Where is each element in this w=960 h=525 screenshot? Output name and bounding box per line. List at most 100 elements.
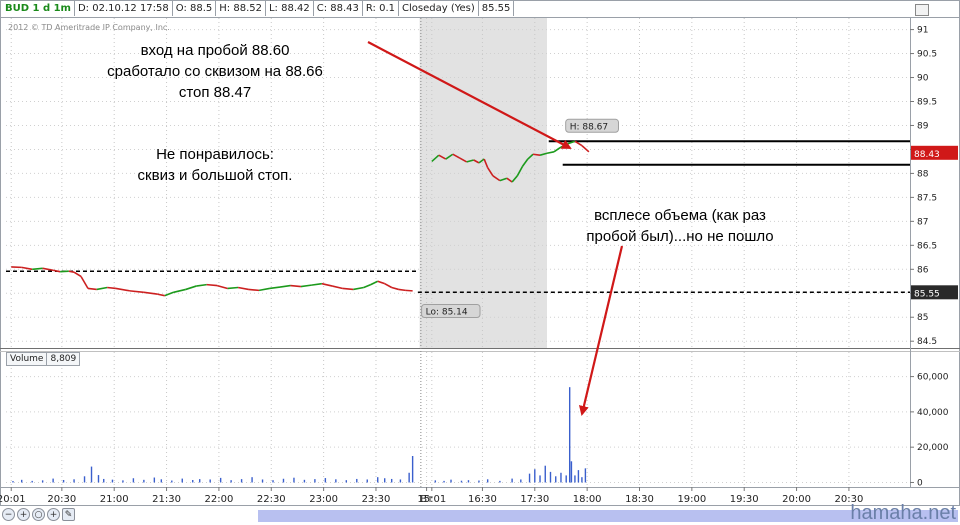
volume-bar xyxy=(412,456,413,482)
chart-settings-icon[interactable] xyxy=(915,4,929,16)
price-candle xyxy=(582,146,589,152)
volume-bar xyxy=(408,473,409,483)
volume-bar xyxy=(571,461,572,482)
time-tick-label: 23:00 xyxy=(309,494,338,505)
price-candle xyxy=(74,272,81,276)
volume-bar xyxy=(346,480,347,482)
watermark: hamaha.net xyxy=(850,502,956,525)
price-candle xyxy=(322,284,332,286)
price-candle xyxy=(385,284,392,288)
copyright-text: 2012 © TD Ameritrade IP Company, Inc. xyxy=(8,23,170,32)
price-candle xyxy=(343,288,353,289)
magnify-icon[interactable]: + xyxy=(47,508,60,521)
volume-bar xyxy=(293,478,294,483)
price-candle xyxy=(116,288,130,290)
zoom-in-icon[interactable]: + xyxy=(17,508,30,521)
high-label: H: 88.67 xyxy=(570,122,608,132)
volume-tick-label: 60,000 xyxy=(917,373,949,383)
price-candle xyxy=(554,147,561,152)
price-candle xyxy=(144,292,158,294)
price-candle xyxy=(290,286,300,287)
price-candle xyxy=(107,288,116,289)
volume-bar xyxy=(574,475,575,482)
zoom-fit-icon[interactable]: ○ xyxy=(32,508,45,521)
volume-bar xyxy=(304,480,305,483)
price-candle xyxy=(301,285,311,286)
price-candle xyxy=(533,154,540,155)
time-tick-label: 20:00 xyxy=(782,494,811,505)
volume-bar xyxy=(585,468,586,482)
time-tick-label: 18:00 xyxy=(573,494,602,505)
price-tick-label: 90 xyxy=(917,74,929,84)
volume-label[interactable]: Volume xyxy=(6,352,47,366)
low-label: Lo: 85.14 xyxy=(426,308,468,318)
price-candle xyxy=(97,288,107,290)
volume-tick-label: 20,000 xyxy=(917,443,949,453)
volume-bar xyxy=(192,480,193,482)
price-tick-label: 85 xyxy=(917,313,928,323)
volume-bar xyxy=(314,479,315,482)
volume-bar xyxy=(461,481,462,483)
volume-bar xyxy=(241,479,242,482)
entry-annotation: вход на пробой 88.60 сработало со сквизо… xyxy=(70,40,360,103)
price-candle xyxy=(43,268,53,270)
time-tick-label: 15:01 xyxy=(417,494,446,505)
volume-bar xyxy=(539,475,540,482)
volume-bar xyxy=(12,481,13,482)
volume-bar xyxy=(377,477,378,482)
price-candle xyxy=(259,288,269,290)
volume-bar xyxy=(171,481,172,483)
price-candle xyxy=(158,294,165,295)
last-price-tag: 88.43 xyxy=(914,150,940,160)
range-label: R: 0.1 xyxy=(363,1,399,16)
price-candle xyxy=(392,288,399,290)
volume-bar xyxy=(154,478,155,483)
volume-bar xyxy=(199,479,200,482)
symbol-label[interactable]: BUD 1 d 1m xyxy=(2,1,75,16)
volume-bar xyxy=(581,477,582,482)
dislike-annotation-line: сквиз и большой стоп. xyxy=(100,165,330,186)
volume-bar xyxy=(499,481,500,483)
study-label[interactable]: Closeday (Yes) xyxy=(399,1,479,16)
volume-bar xyxy=(545,466,546,483)
volume-bar xyxy=(52,479,53,483)
entry-annotation-line: стоп 88.47 xyxy=(70,82,360,103)
chart-header: BUD 1 d 1m D: 02.10.12 17:58 O: 88.5 H: … xyxy=(2,1,514,16)
volume-header: Volume 8,809 xyxy=(6,352,79,366)
volume-bar xyxy=(529,474,530,483)
entry-annotation-line: вход на пробой 88.60 xyxy=(70,40,360,61)
volume-bar xyxy=(209,479,210,482)
volume-bar xyxy=(98,475,99,482)
volume-bar xyxy=(283,479,284,483)
price-candle xyxy=(174,289,186,292)
drawing-tools-icon[interactable]: ✎ xyxy=(62,508,75,521)
volume-bar xyxy=(356,479,357,483)
zoom-out-icon[interactable]: − xyxy=(2,508,15,521)
volume-bar xyxy=(478,481,479,483)
volume-bar xyxy=(251,477,252,482)
closeday-value: 85.55 xyxy=(479,1,515,16)
price-tick-label: 87.5 xyxy=(917,193,937,203)
volume-bar xyxy=(42,480,43,482)
price-candle xyxy=(69,271,74,272)
price-tick-label: 91 xyxy=(917,26,928,36)
price-candle xyxy=(378,281,385,283)
volume-bar xyxy=(112,480,113,483)
closeday-price-tag: 85.55 xyxy=(914,289,940,299)
price-candle xyxy=(332,286,342,288)
time-tick-label: 16:30 xyxy=(468,494,497,505)
volume-bar xyxy=(272,480,273,482)
high-label: H: 88.52 xyxy=(216,1,266,16)
volume-bar xyxy=(230,480,231,482)
time-tick-label: 21:00 xyxy=(100,494,129,505)
volume-value: 8,809 xyxy=(46,352,80,366)
price-candle xyxy=(53,270,60,271)
price-tick-label: 86.5 xyxy=(917,241,937,251)
volume-bar xyxy=(31,481,32,483)
price-candle xyxy=(196,285,206,286)
price-tick-label: 89.5 xyxy=(917,98,937,108)
time-tick-label: 18:30 xyxy=(625,494,654,505)
arrow-to-volume-spike xyxy=(582,246,622,414)
chart-window: 84.58585.58686.58787.58888.58989.59090.5… xyxy=(0,0,960,523)
price-candle xyxy=(186,286,196,289)
